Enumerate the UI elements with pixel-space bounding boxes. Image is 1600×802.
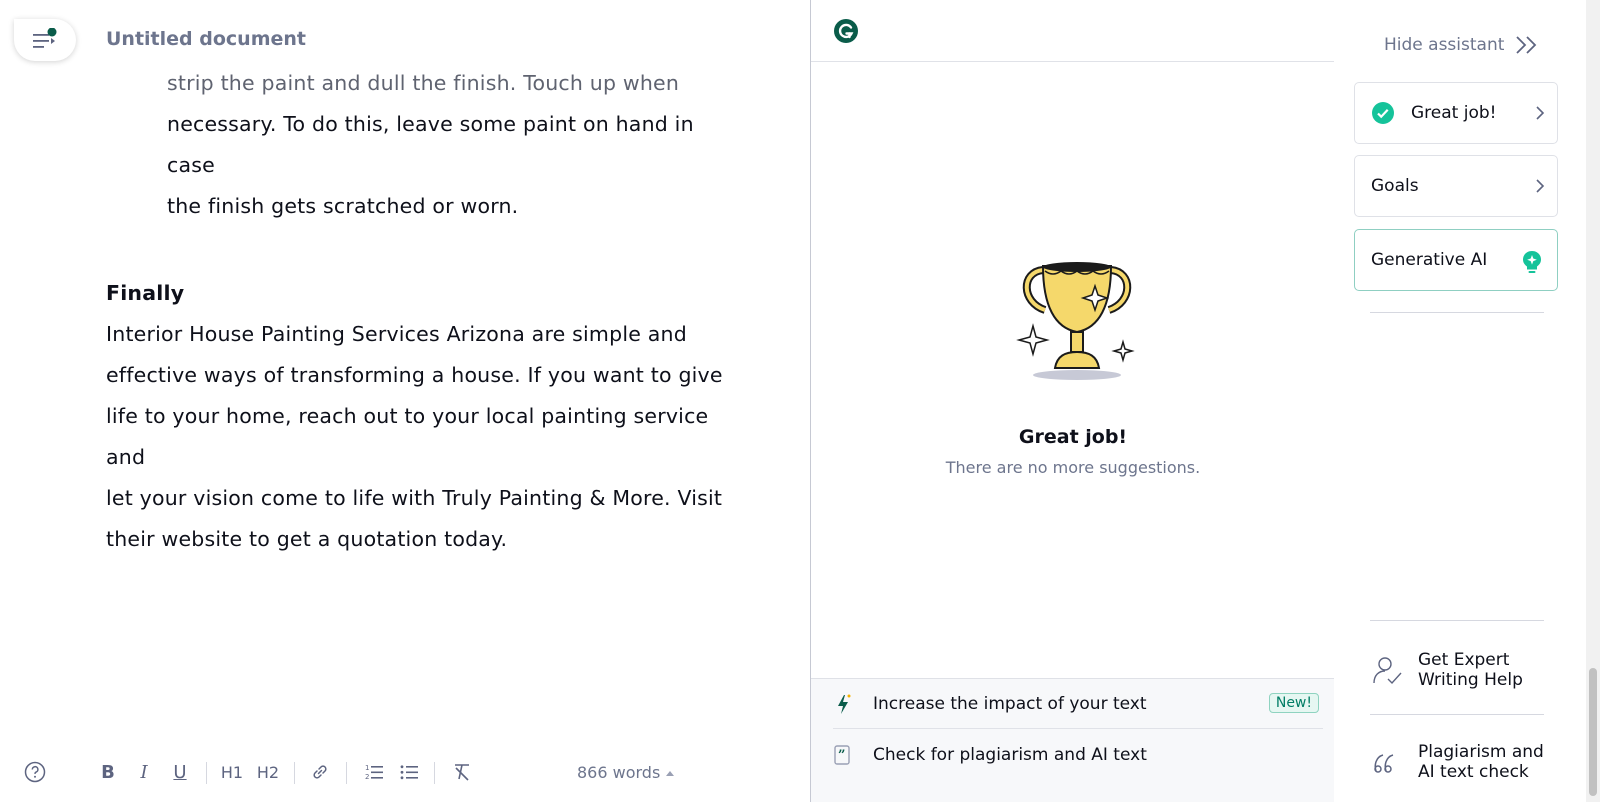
heading2-button[interactable]: H2 (255, 760, 281, 784)
plagiarism-check-item[interactable]: Plagiarism and AI text check (1370, 742, 1570, 782)
italic-button[interactable]: I (134, 760, 154, 784)
lightning-sparkle-icon (838, 694, 851, 714)
doc-line: the finish gets scratched or worn. (167, 194, 519, 218)
expert-writing-help-label: Get Expert Writing Help (1418, 650, 1523, 690)
doc-heading: Finally (106, 281, 185, 305)
link-icon (313, 765, 327, 779)
ai-bulb-icon (1523, 251, 1541, 273)
word-count-label: 866 words (577, 763, 661, 782)
plagiarism-check-label: Plagiarism and AI text check (1418, 742, 1544, 782)
generative-ai-card[interactable]: Generative AI (1354, 229, 1558, 291)
numbered-list-icon: 1 2 (365, 764, 383, 781)
doc-line: necessary. To do this, leave some paint … (167, 112, 694, 177)
doc-line: effective ways of transforming a house. … (106, 363, 723, 387)
chevron-right-icon (1536, 179, 1545, 193)
panel-footer: Increase the impact of your text New! ” … (811, 678, 1335, 802)
goals-card-label: Goals (1371, 176, 1419, 196)
underline-button[interactable]: U (170, 760, 190, 784)
double-chevron-right-icon (1516, 36, 1537, 54)
heading1-button[interactable]: H1 (219, 760, 245, 784)
great-job-card[interactable]: Great job! (1354, 82, 1558, 144)
doc-line: strip the paint and dull the finish. Tou… (167, 71, 680, 95)
expert-line-1: Get Expert (1418, 650, 1510, 670)
increase-impact-item[interactable]: Increase the impact of your text New! (833, 679, 1323, 729)
scrollbar-thumb[interactable] (1589, 668, 1597, 796)
generative-ai-card-label: Generative AI (1371, 250, 1488, 270)
doc-line: let your vision come to life with Truly … (106, 486, 723, 510)
check-plagiarism-label: Check for plagiarism and AI text (873, 745, 1147, 765)
check-plagiarism-item[interactable]: ” Check for plagiarism and AI text (833, 730, 1323, 780)
trophy-icon (1016, 262, 1135, 380)
doc-line: their website to get a quotation today. (106, 527, 508, 551)
doc-line: life to your home, reach out to your loc… (106, 404, 709, 469)
panel-header (811, 0, 1334, 62)
plagiarism-line-2: AI text check (1418, 762, 1529, 782)
help-button[interactable] (22, 760, 48, 784)
goals-card[interactable]: Goals (1354, 155, 1558, 217)
increase-impact-label: Increase the impact of your text (873, 693, 1147, 714)
svg-text:2: 2 (365, 773, 369, 781)
assistant-sidebar: Hide assistant Great job! Goals Generati… (1334, 0, 1586, 802)
expert-writing-help-item[interactable]: Get Expert Writing Help (1370, 650, 1570, 690)
plagiarism-line-1: Plagiarism and (1418, 742, 1544, 762)
expert-person-icon (1373, 657, 1402, 685)
suggestions-panel: Great job! There are no more suggestions… (810, 0, 1335, 802)
svg-text:1: 1 (365, 764, 369, 772)
document-body[interactable]: strip the paint and dull the finish. Tou… (106, 63, 746, 560)
grammarly-logo-icon (834, 19, 858, 43)
check-circle-icon (1372, 102, 1394, 124)
svg-text:”: ” (838, 748, 845, 763)
no-suggestions-text: There are no more suggestions. (945, 458, 1201, 477)
quote-document-icon: ” (834, 745, 850, 765)
menu-button[interactable] (14, 19, 76, 61)
new-badge: New! (1268, 693, 1319, 713)
numbered-list-button[interactable]: 1 2 (362, 760, 386, 784)
chevron-right-icon (1536, 106, 1545, 120)
page-scrollbar[interactable] (1586, 0, 1600, 802)
hide-assistant-label: Hide assistant (1384, 35, 1505, 55)
menu-icon (33, 28, 57, 48)
bullet-list-button[interactable] (397, 760, 421, 784)
clear-formatting-button[interactable] (450, 760, 474, 784)
editor-pane: Untitled document strip the paint and du… (0, 0, 810, 802)
document-title[interactable]: Untitled document (106, 28, 306, 50)
doc-line: Interior House Painting Services Arizona… (106, 322, 687, 346)
expert-line-2: Writing Help (1418, 670, 1523, 690)
bullet-list-icon (400, 765, 418, 780)
word-count[interactable]: 866 words (577, 763, 675, 782)
bold-button[interactable]: B (98, 760, 118, 784)
formatting-toolbar: B I U H1 H2 1 2 866 words (0, 752, 810, 792)
help-icon (24, 761, 46, 783)
hide-assistant-button[interactable]: Hide assistant (1384, 34, 1540, 56)
great-job-title: Great job! (1018, 426, 1128, 448)
caret-up-icon (666, 770, 675, 776)
link-button[interactable] (308, 760, 332, 784)
quote-marks-icon (1374, 754, 1394, 773)
great-job-card-label: Great job! (1411, 103, 1497, 123)
clear-formatting-icon (455, 764, 469, 781)
